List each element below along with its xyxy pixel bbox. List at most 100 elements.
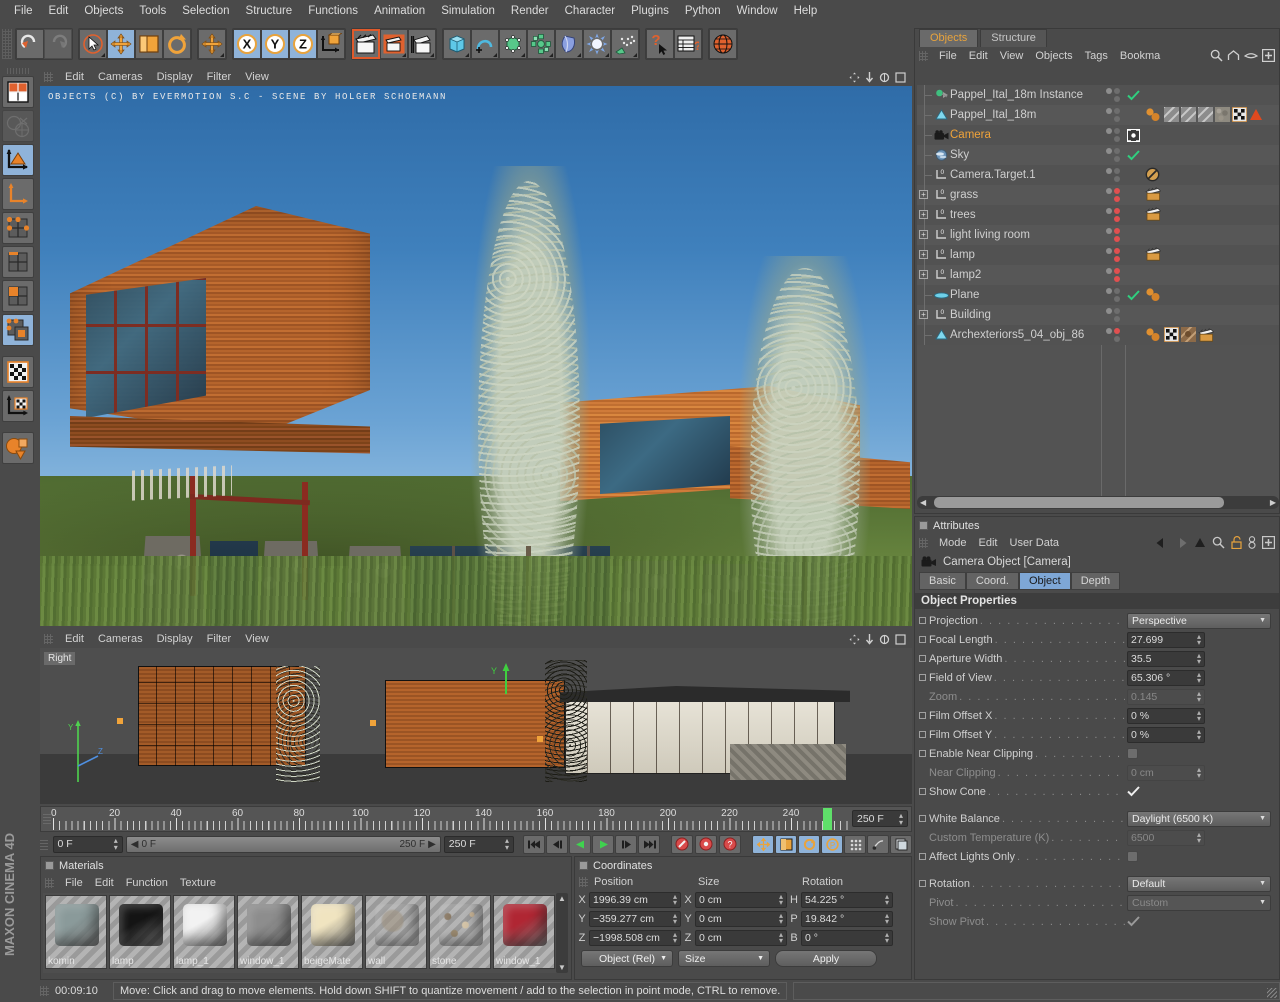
undo-icon[interactable] <box>16 29 44 59</box>
texture-mode-icon[interactable] <box>2 356 34 388</box>
visibility-dots[interactable] <box>1106 308 1112 314</box>
toolbar-grip[interactable] <box>2 29 12 59</box>
help-cursor-icon[interactable]: ? <box>646 29 674 59</box>
spinner-icon[interactable]: ▴▾ <box>1197 710 1201 722</box>
material-swatch[interactable]: window_1 <box>493 895 555 969</box>
axis-x-icon[interactable]: X <box>233 29 261 59</box>
object-tags[interactable] <box>1145 247 1161 261</box>
object-row[interactable]: +0light living room <box>917 225 1279 245</box>
object-tags[interactable] <box>1145 107 1263 122</box>
attribute-bullet[interactable] <box>919 674 926 681</box>
visibility-dots[interactable] <box>1106 248 1112 254</box>
key-param-icon[interactable]: P <box>821 835 843 854</box>
timeline-controls-grip[interactable] <box>40 838 48 850</box>
up-icon[interactable] <box>1194 537 1206 549</box>
key-position-icon[interactable] <box>752 835 774 854</box>
render-dot-bottom[interactable] <box>1114 196 1120 202</box>
menu-render[interactable]: Render <box>503 3 557 19</box>
spinner-icon[interactable]: ▴▾ <box>885 932 889 944</box>
obj-menu-tags[interactable]: Tags <box>1079 49 1114 63</box>
rotate-view-icon-2[interactable] <box>879 634 890 645</box>
render-dot-top[interactable] <box>1114 248 1120 254</box>
pan-icon-2[interactable] <box>849 634 860 645</box>
materials-menu-grip[interactable] <box>45 878 54 888</box>
expand-toggle-icon[interactable]: + <box>919 310 928 319</box>
tag-checker-icon[interactable] <box>1232 107 1247 122</box>
resize-grip-icon[interactable] <box>1267 988 1277 998</box>
scrollbar-thumb[interactable] <box>934 497 1224 508</box>
editor-visibility-dot[interactable] <box>1106 188 1112 194</box>
menu-functions[interactable]: Functions <box>300 3 366 19</box>
array-icon[interactable] <box>527 29 555 59</box>
obj-menu-bookmarks[interactable]: Bookma <box>1114 49 1166 63</box>
dolly-icon-2[interactable] <box>865 634 874 645</box>
checkbox-enable-near-clipping[interactable] <box>1127 748 1138 759</box>
menu-character[interactable]: Character <box>557 3 624 19</box>
tab-objects[interactable]: Objects <box>919 29 978 47</box>
mat-menu-edit[interactable]: Edit <box>89 876 120 890</box>
visibility-dots[interactable] <box>1106 148 1112 154</box>
render-visibility-dots[interactable] <box>1114 208 1120 222</box>
render-dot-top[interactable] <box>1114 128 1120 134</box>
tag-material-orange-icon[interactable] <box>1145 327 1162 342</box>
tag-stone-icon[interactable] <box>1215 107 1230 122</box>
perspective-render-canvas[interactable]: OBJECTS (C) BY EVERMOTION S.C - SCENE BY… <box>40 86 912 626</box>
render-dot-top[interactable] <box>1114 328 1120 334</box>
subtab-basic[interactable]: Basic <box>919 572 966 590</box>
visibility-dots[interactable] <box>1106 228 1112 234</box>
visibility-dots[interactable] <box>1106 128 1112 134</box>
render-visibility-dots[interactable] <box>1114 188 1120 202</box>
coordinates-grip[interactable] <box>579 877 588 887</box>
uv-points-mode-icon[interactable] <box>2 314 34 346</box>
materials-vertical-scrollbar[interactable]: ▲ ▼ <box>556 893 568 973</box>
back-icon[interactable] <box>1156 537 1169 549</box>
size-mode-dropdown[interactable]: Size ▼ <box>678 950 770 967</box>
vp2-menu-view[interactable]: View <box>238 632 276 646</box>
spinner-icon[interactable]: ▴▾ <box>1197 691 1201 703</box>
dropdown-rotation[interactable]: Default▼ <box>1127 876 1271 892</box>
menu-selection[interactable]: Selection <box>174 3 237 19</box>
rotate-view-icon[interactable] <box>879 72 890 83</box>
timeline-playhead[interactable] <box>823 808 832 830</box>
scroll-down-arrow[interactable]: ▼ <box>558 963 566 972</box>
bend-deformer-icon[interactable] <box>555 29 583 59</box>
objects-horizontal-scrollbar[interactable]: ◀ ▶ <box>917 496 1279 509</box>
menu-animation[interactable]: Animation <box>366 3 433 19</box>
timeline-ruler[interactable]: 020406080100120140160180200220240 250 F … <box>40 806 912 832</box>
forward-icon[interactable] <box>1175 537 1188 549</box>
editor-visibility-dot[interactable] <box>1106 128 1112 134</box>
light-icon[interactable] <box>583 29 611 59</box>
coord-field-rotation-b[interactable]: 0 °▴▾ <box>801 930 893 946</box>
coord-field-size-y[interactable]: 0 cm▴▾ <box>695 911 787 927</box>
render-dot-bottom[interactable] <box>1114 156 1120 162</box>
tag-hatch-icon[interactable] <box>1198 107 1213 122</box>
spinner-icon[interactable]: ▴▾ <box>1197 672 1201 684</box>
render-dot-top[interactable] <box>1114 168 1120 174</box>
editor-visibility-dot[interactable] <box>1106 208 1112 214</box>
point-mode-icon[interactable] <box>2 212 34 244</box>
spinner-icon[interactable]: ▴▾ <box>779 932 783 944</box>
field-focal-length[interactable]: 27.699▴▾ <box>1127 632 1205 648</box>
material-swatch[interactable]: lamp <box>109 895 171 969</box>
render-dot-bottom[interactable] <box>1114 96 1120 102</box>
visibility-icon[interactable] <box>1244 51 1258 60</box>
attr-menu-user-data[interactable]: User Data <box>1004 536 1066 550</box>
perspective-viewport[interactable]: Edit Cameras Display Filter View <box>40 68 912 626</box>
menu-python[interactable]: Python <box>677 3 729 19</box>
object-row[interactable]: +0lamp <box>917 245 1279 265</box>
vp2-menu-display[interactable]: Display <box>150 632 200 646</box>
visibility-dots[interactable] <box>1106 108 1112 114</box>
attr-menu-edit[interactable]: Edit <box>973 536 1004 550</box>
render-dot-bottom[interactable] <box>1114 236 1120 242</box>
render-visibility-dots[interactable] <box>1114 88 1120 102</box>
ortho-canvas[interactable]: Y Z Y Right <box>40 648 912 804</box>
editor-visibility-dot[interactable] <box>1106 328 1112 334</box>
object-row[interactable]: +0lamp2 <box>917 265 1279 285</box>
render-dot-top[interactable] <box>1114 148 1120 154</box>
panel-toggle-icon[interactable] <box>919 521 928 530</box>
attribute-bullet[interactable] <box>919 712 926 719</box>
add-icon[interactable] <box>1262 49 1275 62</box>
move-tool-icon[interactable] <box>198 29 226 59</box>
go-to-start-icon[interactable] <box>523 835 545 854</box>
dropdown-corner-icon[interactable] <box>549 53 553 57</box>
